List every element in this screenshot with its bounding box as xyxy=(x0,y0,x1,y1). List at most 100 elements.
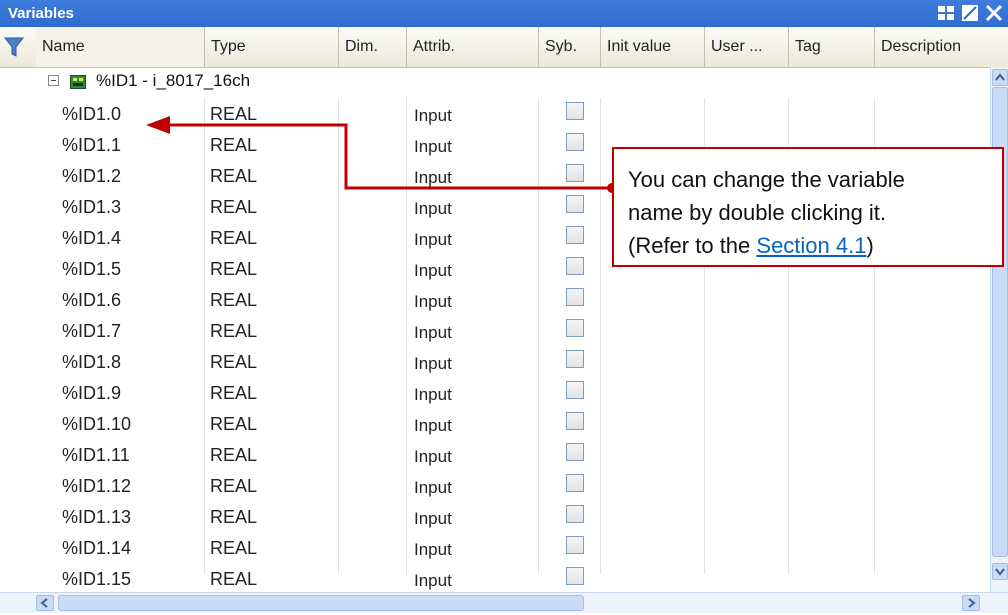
column-tag[interactable]: Tag xyxy=(788,27,874,67)
syb-checkbox[interactable] xyxy=(566,226,584,244)
group-label: %ID1 - i_8017_16ch xyxy=(96,71,251,90)
cell-name[interactable]: %ID1.12 xyxy=(62,476,131,497)
table-row[interactable]: %ID1.14 REAL Input xyxy=(0,532,990,563)
scroll-right-icon[interactable] xyxy=(962,595,980,611)
cell-attrib: Input xyxy=(414,106,452,125)
syb-checkbox[interactable] xyxy=(566,443,584,461)
syb-checkbox[interactable] xyxy=(566,567,584,585)
cell-attrib: Input xyxy=(414,261,452,280)
cell-name[interactable]: %ID1.8 xyxy=(62,352,121,373)
column-syb[interactable]: Syb. xyxy=(538,27,600,67)
column-attrib[interactable]: Attrib. xyxy=(406,27,538,67)
table-row[interactable]: %ID1.13 REAL Input xyxy=(0,501,990,532)
syb-checkbox[interactable] xyxy=(566,102,584,120)
syb-checkbox[interactable] xyxy=(566,319,584,337)
callout-suffix: ) xyxy=(866,233,874,258)
cell-attrib: Input xyxy=(414,540,452,559)
column-init-value[interactable]: Init value xyxy=(600,27,704,67)
syb-checkbox[interactable] xyxy=(566,257,584,275)
syb-checkbox[interactable] xyxy=(566,133,584,151)
cell-name[interactable]: %ID1.7 xyxy=(62,321,121,342)
cell-attrib: Input xyxy=(414,354,452,373)
collapse-icon[interactable] xyxy=(48,75,59,86)
float-icon[interactable] xyxy=(960,3,980,23)
cell-type: REAL xyxy=(210,259,258,279)
cell-name[interactable]: %ID1.2 xyxy=(62,166,121,187)
syb-checkbox[interactable] xyxy=(566,350,584,368)
scroll-down-icon[interactable] xyxy=(992,563,1008,580)
syb-checkbox[interactable] xyxy=(566,474,584,492)
syb-checkbox[interactable] xyxy=(566,536,584,554)
cell-name[interactable]: %ID1.6 xyxy=(62,290,121,311)
column-user[interactable]: User ... xyxy=(704,27,788,67)
cell-type: REAL xyxy=(210,104,258,124)
vertical-scrollbar[interactable] xyxy=(990,67,1008,592)
annotation-callout: You can change the variable name by doub… xyxy=(612,147,1004,267)
syb-checkbox[interactable] xyxy=(566,381,584,399)
window-titlebar: Variables xyxy=(0,0,1008,27)
syb-checkbox[interactable] xyxy=(566,288,584,306)
cell-type: REAL xyxy=(210,569,258,589)
scroll-left-icon[interactable] xyxy=(36,595,54,611)
cell-type: REAL xyxy=(210,290,258,310)
cell-type: REAL xyxy=(210,383,258,403)
table-row[interactable]: %ID1.12 REAL Input xyxy=(0,470,990,501)
cell-name[interactable]: %ID1.13 xyxy=(62,507,131,528)
dock-icon[interactable] xyxy=(936,3,956,23)
cell-name[interactable]: %ID1.3 xyxy=(62,197,121,218)
table-row[interactable]: %ID1.7 REAL Input xyxy=(0,315,990,346)
cell-name[interactable]: %ID1.9 xyxy=(62,383,121,404)
window-title: Variables xyxy=(8,5,74,22)
syb-checkbox[interactable] xyxy=(566,412,584,430)
cell-attrib: Input xyxy=(414,509,452,528)
cell-type: REAL xyxy=(210,507,258,527)
table-row[interactable]: %ID1.15 REAL Input xyxy=(0,563,990,594)
cell-name[interactable]: %ID1.1 xyxy=(62,135,121,156)
cell-type: REAL xyxy=(210,538,258,558)
cell-name[interactable]: %ID1.15 xyxy=(62,569,131,590)
cell-type: REAL xyxy=(210,476,258,496)
close-icon[interactable] xyxy=(984,3,1004,23)
table-row[interactable]: %ID1.6 REAL Input xyxy=(0,284,990,315)
cell-attrib: Input xyxy=(414,478,452,497)
callout-prefix: (Refer to the xyxy=(628,233,757,258)
column-type[interactable]: Type xyxy=(204,27,338,67)
cell-name[interactable]: %ID1.5 xyxy=(62,259,121,280)
group-row[interactable]: %ID1 - i_8017_16ch xyxy=(0,67,990,98)
table-row[interactable]: %ID1.11 REAL Input xyxy=(0,439,990,470)
table-row[interactable]: %ID1.8 REAL Input xyxy=(0,346,990,377)
cell-type: REAL xyxy=(210,135,258,155)
cell-type: REAL xyxy=(210,352,258,372)
syb-checkbox[interactable] xyxy=(566,195,584,213)
cell-attrib: Input xyxy=(414,416,452,435)
section-link[interactable]: Section 4.1 xyxy=(756,233,866,258)
cell-name[interactable]: %ID1.10 xyxy=(62,414,131,435)
cell-type: REAL xyxy=(210,321,258,341)
table-row[interactable]: %ID1.0 REAL Input xyxy=(0,98,990,129)
column-dim[interactable]: Dim. xyxy=(338,27,406,67)
callout-line-2: name by double clicking it. xyxy=(628,200,887,225)
cell-attrib: Input xyxy=(414,571,452,590)
cell-attrib: Input xyxy=(414,168,452,187)
cell-type: REAL xyxy=(210,445,258,465)
cell-type: REAL xyxy=(210,414,258,434)
column-name[interactable]: Name xyxy=(36,27,204,67)
cell-attrib: Input xyxy=(414,137,452,156)
column-description[interactable]: Description xyxy=(874,27,990,67)
cell-attrib: Input xyxy=(414,385,452,404)
syb-checkbox[interactable] xyxy=(566,505,584,523)
scroll-up-icon[interactable] xyxy=(992,69,1008,86)
horizontal-scrollbar[interactable] xyxy=(0,592,1008,613)
table-row[interactable]: %ID1.10 REAL Input xyxy=(0,408,990,439)
cell-name[interactable]: %ID1.11 xyxy=(62,445,130,466)
syb-checkbox[interactable] xyxy=(566,164,584,182)
cell-attrib: Input xyxy=(414,199,452,218)
cell-attrib: Input xyxy=(414,292,452,311)
cell-name[interactable]: %ID1.4 xyxy=(62,228,121,249)
horizontal-scroll-thumb[interactable] xyxy=(58,595,584,611)
cell-attrib: Input xyxy=(414,447,452,466)
cell-name[interactable]: %ID1.0 xyxy=(62,104,121,125)
table-row[interactable]: %ID1.9 REAL Input xyxy=(0,377,990,408)
filter-icon[interactable] xyxy=(3,35,25,59)
cell-name[interactable]: %ID1.14 xyxy=(62,538,131,559)
